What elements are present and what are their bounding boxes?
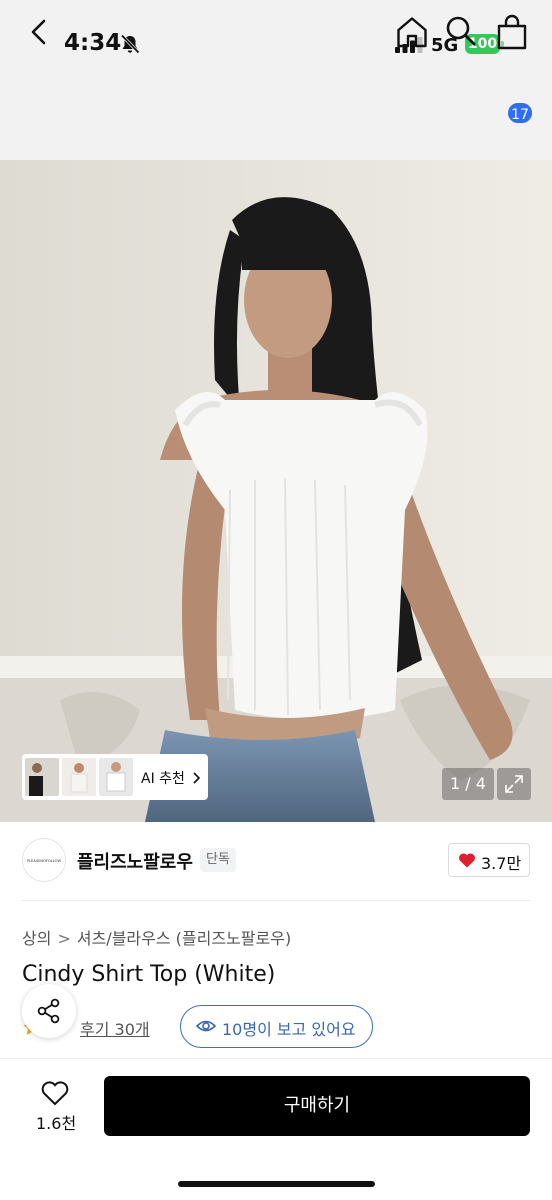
product-title: Cindy Shirt Top (White)	[22, 962, 276, 987]
product-main-image[interactable]	[0, 160, 552, 822]
expand-button[interactable]	[497, 768, 531, 800]
breadcrumb: 상의 > 셔츠/블라우스 (플리즈노팔로우)	[22, 925, 291, 949]
status-time: 4:34	[64, 30, 122, 56]
bell-off-icon	[120, 34, 140, 54]
reviews-link[interactable]: 후기 30개	[80, 1016, 150, 1040]
search-icon[interactable]	[445, 15, 477, 47]
cart-count-badge: 17	[506, 101, 534, 125]
share-icon	[37, 998, 60, 1024]
brand-logo[interactable]: PLEASENOFOLLOW	[22, 838, 66, 882]
brand-name[interactable]: 플리즈노팔로우	[77, 848, 193, 874]
recommend-thumbnail[interactable]	[25, 758, 59, 796]
image-page-counter: 1 / 4	[442, 768, 494, 800]
breadcrumb-category[interactable]: 상의	[22, 929, 51, 948]
recommend-thumbnail[interactable]	[99, 758, 133, 796]
brand-like-count: 3.7만	[481, 854, 522, 873]
viewers-count-text: 10명이 보고 있어요	[222, 1020, 356, 1039]
recommend-thumbnail[interactable]	[62, 758, 96, 796]
ai-recommend-label[interactable]: AI 추천	[141, 768, 185, 788]
back-icon[interactable]	[24, 15, 54, 49]
home-indicator	[178, 1181, 375, 1187]
chevron-right-icon	[193, 772, 201, 784]
expand-icon	[505, 775, 523, 793]
heart-icon	[459, 853, 475, 868]
breadcrumb-subcategory[interactable]: 셔츠/블라우스 (플리즈노팔로우)	[77, 929, 291, 948]
exclusive-tag: 단독	[200, 848, 236, 872]
home-icon[interactable]	[395, 15, 429, 49]
buy-button[interactable]: 구매하기	[104, 1076, 530, 1136]
top-navigation-bar	[0, 90, 552, 160]
eye-icon	[196, 1020, 216, 1032]
chevron-right-icon: >	[57, 929, 71, 948]
shopping-bag-icon[interactable]	[495, 13, 529, 51]
heart-outline-icon[interactable]	[40, 1080, 70, 1106]
product-photo	[0, 160, 552, 822]
divider	[22, 900, 530, 901]
wish-count: 1.6천	[36, 1114, 77, 1133]
